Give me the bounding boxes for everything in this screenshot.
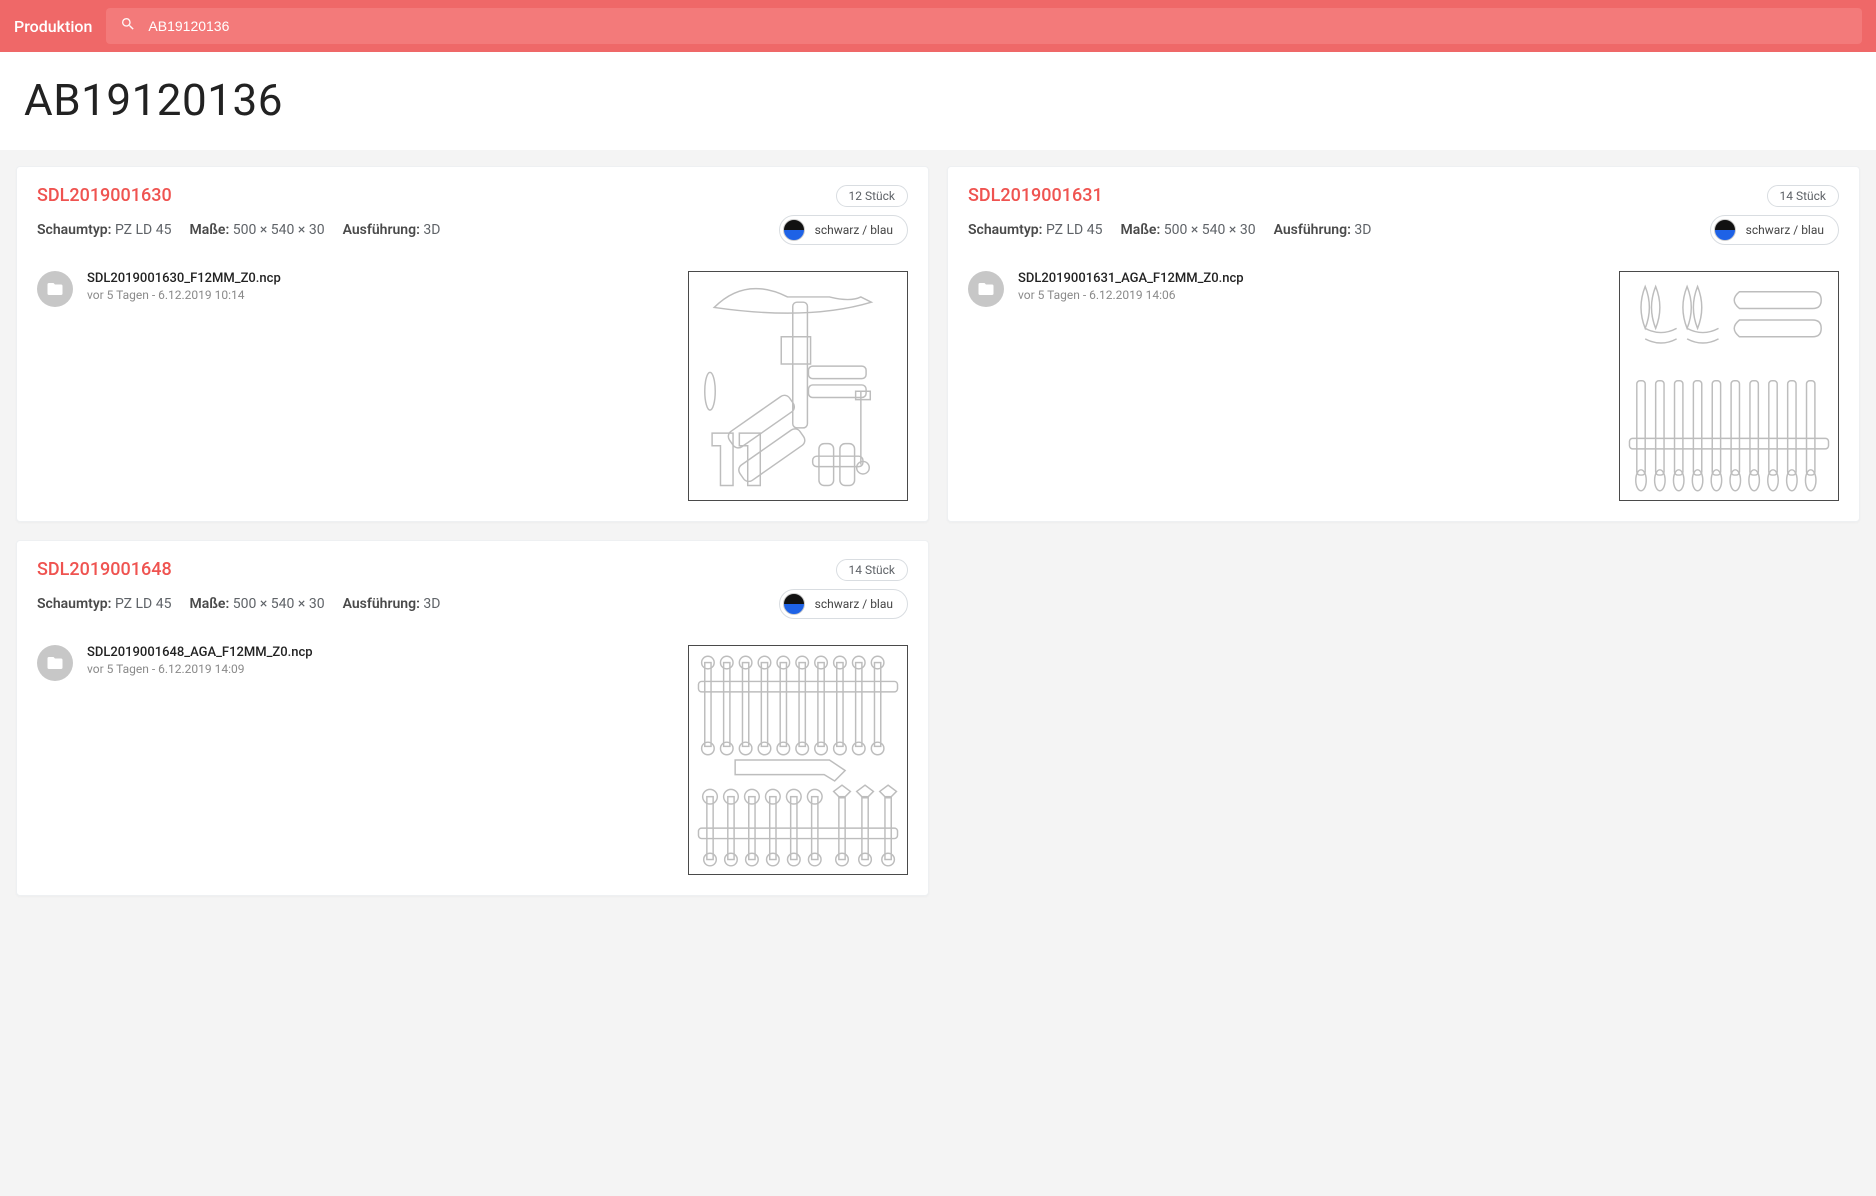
value-schaumtyp: PZ LD 45 — [115, 222, 171, 238]
quantity-badge: 12 Stück — [836, 185, 909, 207]
color-swatch-icon — [783, 219, 805, 241]
color-pill: schwarz / blau — [779, 589, 908, 619]
top-bar: Produktion — [0, 0, 1876, 52]
card-id[interactable]: SDL2019001630 — [37, 185, 172, 206]
file-name: SDL2019001648_AGA_F12MM_Z0.ncp — [87, 645, 313, 660]
color-pill: schwarz / blau — [779, 215, 908, 245]
card-grid: SDL2019001630 12 Stück Schaumtyp: PZ LD … — [0, 150, 1876, 912]
value-ausfuehrung: 3D — [423, 222, 440, 238]
folder-icon — [968, 271, 1004, 307]
preview-thumbnail[interactable] — [1619, 271, 1839, 501]
file-date: vor 5 Tagen - 6.12.2019 14:09 — [87, 662, 313, 676]
search-wrap[interactable] — [106, 8, 1862, 44]
value-masse: 500 × 540 × 30 — [1164, 222, 1256, 238]
color-text: schwarz / blau — [815, 597, 893, 611]
file-row[interactable]: SDL2019001648_AGA_F12MM_Z0.ncp vor 5 Tag… — [37, 645, 658, 875]
file-name: SDL2019001630_F12MM_Z0.ncp — [87, 271, 281, 286]
quantity-badge: 14 Stück — [1767, 185, 1840, 207]
preview-thumbnail[interactable] — [688, 645, 908, 875]
folder-icon — [37, 271, 73, 307]
label-schaumtyp: Schaumtyp: — [37, 222, 112, 238]
spec-list: Schaumtyp: PZ LD 45 Maße: 500 × 540 × 30… — [37, 596, 440, 612]
value-ausfuehrung: 3D — [423, 596, 440, 612]
color-text: schwarz / blau — [815, 223, 893, 237]
search-input[interactable] — [146, 17, 1848, 35]
value-schaumtyp: PZ LD 45 — [115, 596, 171, 612]
file-date: vor 5 Tagen - 6.12.2019 10:14 — [87, 288, 281, 302]
card-id[interactable]: SDL2019001648 — [37, 559, 172, 580]
production-card: SDL2019001648 14 Stück Schaumtyp: PZ LD … — [16, 540, 929, 896]
production-card: SDL2019001630 12 Stück Schaumtyp: PZ LD … — [16, 166, 929, 522]
app-brand: Produktion — [14, 17, 92, 36]
folder-icon — [37, 645, 73, 681]
value-ausfuehrung: 3D — [1354, 222, 1371, 238]
file-date: vor 5 Tagen - 6.12.2019 14:06 — [1018, 288, 1244, 302]
label-ausfuehrung: Ausführung: — [343, 596, 420, 612]
label-masse: Maße: — [189, 596, 229, 612]
label-masse: Maße: — [189, 222, 229, 238]
preview-thumbnail[interactable] — [688, 271, 908, 501]
color-swatch-icon — [783, 593, 805, 615]
label-ausfuehrung: Ausführung: — [343, 222, 420, 238]
color-text: schwarz / blau — [1746, 223, 1824, 237]
page-title: AB19120136 — [24, 74, 1852, 126]
label-schaumtyp: Schaumtyp: — [37, 596, 112, 612]
spec-list: Schaumtyp: PZ LD 45 Maße: 500 × 540 × 30… — [968, 222, 1371, 238]
color-pill: schwarz / blau — [1710, 215, 1839, 245]
label-schaumtyp: Schaumtyp: — [968, 222, 1043, 238]
label-masse: Maße: — [1120, 222, 1160, 238]
value-masse: 500 × 540 × 30 — [233, 222, 325, 238]
file-row[interactable]: SDL2019001631_AGA_F12MM_Z0.ncp vor 5 Tag… — [968, 271, 1589, 501]
page-header: AB19120136 — [0, 52, 1876, 150]
card-id[interactable]: SDL2019001631 — [968, 185, 1103, 206]
color-swatch-icon — [1714, 219, 1736, 241]
production-card: SDL2019001631 14 Stück Schaumtyp: PZ LD … — [947, 166, 1860, 522]
quantity-badge: 14 Stück — [836, 559, 909, 581]
search-icon — [120, 16, 136, 36]
value-schaumtyp: PZ LD 45 — [1046, 222, 1102, 238]
label-ausfuehrung: Ausführung: — [1274, 222, 1351, 238]
file-name: SDL2019001631_AGA_F12MM_Z0.ncp — [1018, 271, 1244, 286]
value-masse: 500 × 540 × 30 — [233, 596, 325, 612]
file-row[interactable]: SDL2019001630_F12MM_Z0.ncp vor 5 Tagen -… — [37, 271, 658, 501]
spec-list: Schaumtyp: PZ LD 45 Maße: 500 × 540 × 30… — [37, 222, 440, 238]
